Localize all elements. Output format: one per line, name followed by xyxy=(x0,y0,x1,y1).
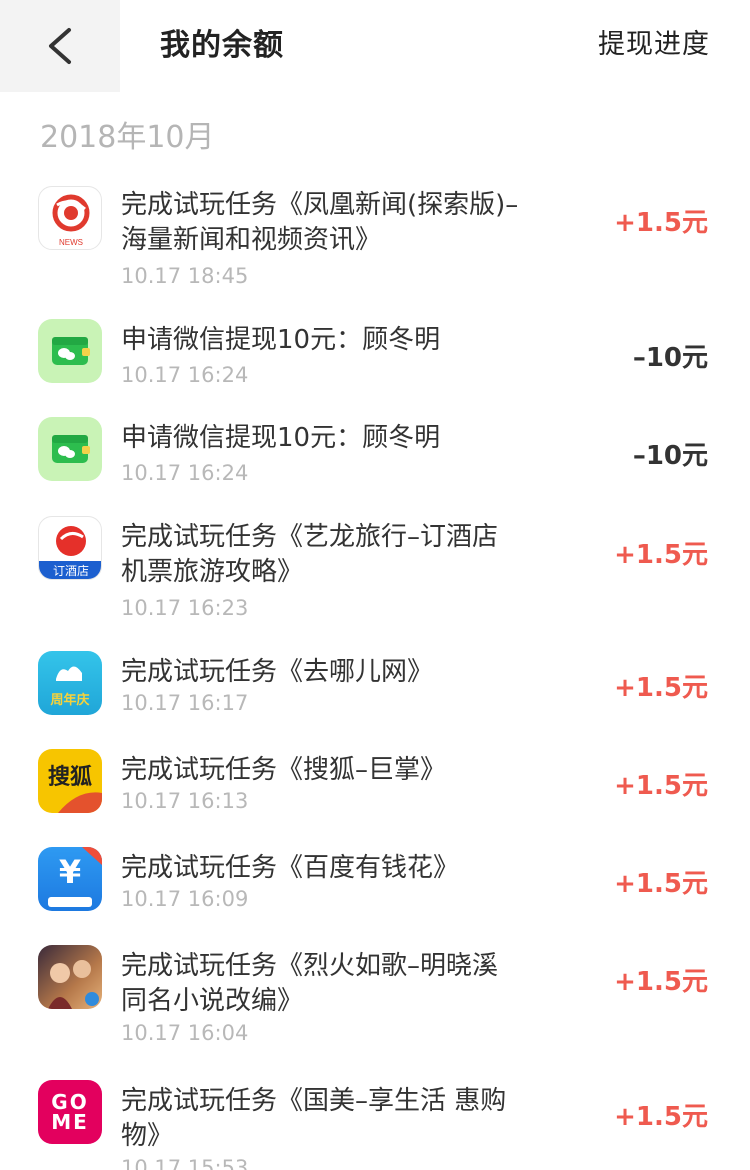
transaction-amount: +1.5元 xyxy=(614,967,708,997)
qunar-icon-label: 周年庆 xyxy=(50,693,90,708)
transaction-time: 10.17 16:17 xyxy=(121,691,249,715)
header: 我的余额 提现进度 xyxy=(0,0,750,92)
month-header: 2018年10月 xyxy=(40,120,215,155)
transaction-amount: –10元 xyxy=(632,343,708,373)
elong-icon: 订酒店 xyxy=(38,516,102,580)
transaction-time: 10.17 18:45 xyxy=(121,264,249,288)
transaction-time: 10.17 16:23 xyxy=(121,596,249,620)
transaction-desc: 完成试玩任务《烈火如歌–明晓溪同名小说改编》 xyxy=(121,951,499,1016)
transaction-desc: 申请微信提现10元：顾冬明 xyxy=(121,325,441,355)
transaction-amount: +1.5元 xyxy=(614,540,708,570)
transaction-amount: +1.5元 xyxy=(614,771,708,801)
ifeng-news-icon: NEWS xyxy=(38,186,102,250)
transaction-time: 10.17 16:04 xyxy=(121,1021,249,1045)
transaction-amount: –10元 xyxy=(632,441,708,471)
transaction-amount: +1.5元 xyxy=(614,208,708,238)
baidu-money-icon: ¥ xyxy=(38,847,102,911)
transaction-time: 10.17 16:13 xyxy=(121,789,249,813)
transaction-desc: 完成试玩任务《凤凰新闻(探索版)–海量新闻和视频资讯》 xyxy=(121,190,519,255)
wechat-wallet-icon xyxy=(38,417,102,481)
transaction-desc: 完成试玩任务《艺龙旅行–订酒店机票旅游攻略》 xyxy=(121,522,499,587)
transaction-desc: 完成试玩任务《百度有钱花》 xyxy=(121,853,460,883)
withdraw-progress-link[interactable]: 提现进度 xyxy=(598,22,710,61)
transaction-time: 10.17 15:53 xyxy=(121,1156,249,1170)
transaction-desc: 完成试玩任务《国美–享生活 惠购物》 xyxy=(121,1086,507,1151)
sohu-icon: 搜狐 xyxy=(38,749,102,813)
gome-icon-label: GOME xyxy=(51,1090,89,1134)
chevron-left-icon xyxy=(49,28,71,64)
transaction-amount: +1.5元 xyxy=(614,869,708,899)
transaction-desc: 完成试玩任务《搜狐–巨掌》 xyxy=(121,755,447,785)
gome-icon: GOME xyxy=(38,1080,102,1144)
page-title: 我的余额 xyxy=(160,28,284,63)
transaction-time: 10.17 16:24 xyxy=(121,363,249,387)
transaction-amount: +1.5元 xyxy=(614,673,708,703)
transaction-desc: 完成试玩任务《去哪儿网》 xyxy=(121,657,434,687)
transaction-amount: +1.5元 xyxy=(614,1102,708,1132)
qunar-icon: 周年庆 xyxy=(38,651,102,715)
elong-icon-label: 订酒店 xyxy=(52,564,89,578)
sohu-icon-label: 搜狐 xyxy=(47,765,92,790)
transaction-time: 10.17 16:09 xyxy=(121,887,249,911)
transaction-desc: 申请微信提现10元：顾冬明 xyxy=(121,423,441,453)
wechat-wallet-icon xyxy=(38,319,102,383)
transaction-time: 10.17 16:24 xyxy=(121,461,249,485)
game-icon xyxy=(38,945,102,1009)
svg-text:NEWS: NEWS xyxy=(59,238,83,247)
back-button[interactable] xyxy=(0,0,120,92)
